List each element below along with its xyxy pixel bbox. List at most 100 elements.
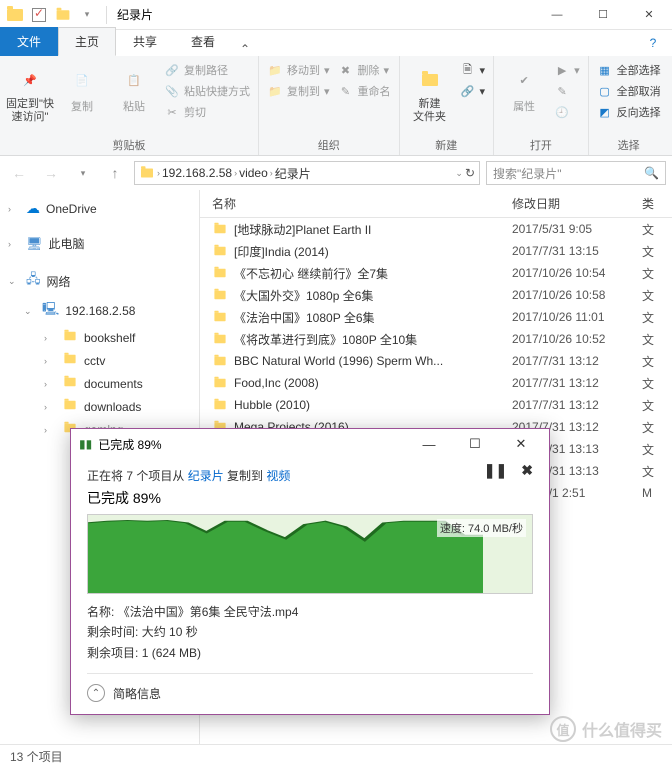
table-row[interactable]: [印度]India (2014)2017/7/31 13:15文 — [200, 240, 672, 262]
share-folder-icon — [62, 399, 78, 414]
col-date[interactable]: 修改日期 — [512, 195, 642, 212]
invert-button[interactable]: ◩反向选择 — [595, 102, 663, 122]
nav-share-item[interactable]: ›bookshelf — [0, 326, 199, 349]
search-input[interactable]: 搜索"纪录片" 🔍 — [486, 161, 666, 185]
tab-home[interactable]: 主页 — [58, 27, 116, 56]
history-button[interactable]: 🕘 — [552, 102, 582, 122]
delete-button[interactable]: ✖删除 ▾ — [336, 60, 393, 80]
selectnone-button[interactable]: ▢全部取消 — [595, 81, 663, 101]
tab-file[interactable]: 文件 — [0, 27, 58, 56]
copy-icon: 📄 — [66, 64, 98, 96]
nav-onedrive[interactable]: ›☁OneDrive — [0, 196, 199, 221]
cut-icon: ✂ — [164, 104, 180, 120]
cut-button[interactable]: ✂剪切 — [162, 102, 252, 122]
close-button[interactable]: ✕ — [626, 0, 672, 30]
dialog-minimize-button[interactable]: — — [409, 429, 449, 459]
dialog-maximize-button[interactable]: ☐ — [455, 429, 495, 459]
tab-view[interactable]: 查看 — [174, 27, 232, 56]
crumb-ip[interactable]: 192.168.2.58 — [162, 166, 232, 180]
search-icon: 🔍 — [644, 166, 659, 180]
up-button[interactable]: ↑ — [102, 160, 128, 186]
nav-ip[interactable]: ⌄🖳192.168.2.58 — [0, 296, 199, 326]
table-row[interactable]: 《法治中国》1080P 全6集2017/10/26 11:01文 — [200, 306, 672, 328]
status-bar: 13 个项目 — [0, 744, 672, 768]
pin-button[interactable]: 📌 固定到"快 速访问" — [6, 60, 54, 124]
file-name-row: 名称: 《法治中国》第6集 全民守法.mp4 — [87, 602, 533, 622]
col-type[interactable]: 类 — [642, 195, 672, 212]
copyto-button[interactable]: 📁复制到 ▾ — [265, 81, 332, 101]
network-icon: 🖧 — [26, 270, 41, 292]
paste-shortcut-button[interactable]: 📎粘贴快捷方式 — [162, 81, 252, 101]
app-folder-icon — [4, 4, 26, 26]
source-link[interactable]: 纪录片 — [188, 469, 224, 483]
table-row[interactable]: [地球脉动2]Planet Earth II2017/5/31 9:05文 — [200, 218, 672, 240]
qat-dropdown-icon[interactable]: ▾ — [76, 4, 98, 26]
paste-button[interactable]: 📋 粘贴 — [110, 60, 158, 114]
selectall-icon: ▦ — [597, 62, 613, 78]
tab-share[interactable]: 共享 — [116, 27, 174, 56]
table-row[interactable]: Hubble (2010)2017/7/31 13:12文 — [200, 394, 672, 416]
pin-label: 固定到"快 速访问" — [6, 98, 54, 124]
dialog-icon: ▮▮ — [79, 437, 92, 451]
cloud-icon: ☁ — [26, 200, 40, 217]
folder-icon — [214, 225, 225, 233]
newfolder-label: 新建 文件夹 — [413, 98, 446, 124]
crumb-folder[interactable]: 纪录片 — [275, 165, 311, 182]
nav-share-item[interactable]: ›downloads — [0, 395, 199, 418]
copyto-icon: 📁 — [267, 83, 283, 99]
maximize-button[interactable]: ☐ — [580, 0, 626, 30]
nav-share-item[interactable]: ›documents — [0, 372, 199, 395]
qat-properties-icon[interactable] — [28, 4, 50, 26]
folder-icon — [214, 357, 225, 365]
selectall-button[interactable]: ▦全部选择 — [595, 60, 663, 80]
table-row[interactable]: 《大国外交》1080p 全6集2017/10/26 10:58文 — [200, 284, 672, 306]
pause-button[interactable]: ❚❚ — [484, 462, 507, 479]
share-folder-icon — [62, 353, 78, 368]
copy-path-button[interactable]: 🔗复制路径 — [162, 60, 252, 80]
nav-network[interactable]: ⌄🖧网络 — [0, 266, 199, 296]
properties-button[interactable]: ✔ 属性 — [500, 60, 548, 114]
newfolder-button[interactable]: 新建 文件夹 — [406, 60, 454, 124]
table-row[interactable]: 《将改革进行到底》1080P 全10集2017/10/26 10:52文 — [200, 328, 672, 350]
easyaccess-button[interactable]: 🔗▾ — [458, 81, 488, 101]
back-button[interactable]: ← — [6, 160, 32, 186]
qat-newfolder-icon[interactable] — [52, 4, 74, 26]
nav-share-item[interactable]: ›cctv — [0, 349, 199, 372]
nav-thispc[interactable]: ›🖥此电脑 — [0, 231, 199, 256]
recent-dropdown[interactable]: ▾ — [70, 160, 96, 186]
collapse-ribbon-icon[interactable]: ⌃ — [232, 42, 258, 56]
dialog-close-button[interactable]: ✕ — [501, 429, 541, 459]
breadcrumb[interactable]: › 192.168.2.58 › video › 纪录片 ⌄ ↻ — [134, 161, 480, 185]
dest-link[interactable]: 视频 — [266, 469, 290, 483]
crumb-video[interactable]: video — [239, 166, 268, 180]
percent-label: 已完成 89% — [87, 488, 533, 508]
breadcrumb-dropdown-icon[interactable]: ⌄ — [455, 168, 463, 179]
rename-button[interactable]: ✎重命名 — [336, 81, 393, 101]
copy-label: 复制 — [71, 98, 93, 114]
folder-icon — [214, 335, 225, 343]
dialog-title: 已完成 89% — [98, 436, 403, 453]
share-folder-icon — [62, 376, 78, 391]
pasteshortcut-icon: 📎 — [164, 83, 180, 99]
copy-button[interactable]: 📄 复制 — [58, 60, 106, 114]
col-name[interactable]: 名称 — [200, 195, 512, 212]
edit-button[interactable]: ✎ — [552, 81, 582, 101]
computer-icon: 🖳 — [42, 300, 59, 322]
forward-button[interactable]: → — [38, 160, 64, 186]
open-button[interactable]: ▶▾ — [552, 60, 582, 80]
copypath-icon: 🔗 — [164, 62, 180, 78]
table-row[interactable]: 《不忘初心 继续前行》全7集2017/10/26 10:54文 — [200, 262, 672, 284]
copy-description: 正在将 7 个项目从 纪录片 复制到 视频 — [87, 467, 533, 484]
ribbon-tabs: 文件 主页 共享 查看 ⌃ ? — [0, 30, 672, 56]
minimize-button[interactable]: — — [534, 0, 580, 30]
table-row[interactable]: Food,Inc (2008)2017/7/31 13:12文 — [200, 372, 672, 394]
cancel-button[interactable]: ✖ — [521, 462, 533, 479]
newitem-icon: 🗎 — [460, 62, 476, 78]
table-row[interactable]: BBC Natural World (1996) Sperm Wh...2017… — [200, 350, 672, 372]
moveto-button[interactable]: 📁移动到 ▾ — [265, 60, 332, 80]
help-icon[interactable]: ? — [640, 30, 666, 56]
newitem-button[interactable]: 🗎▾ — [458, 60, 488, 80]
copy-dialog: ▮▮ 已完成 89% — ☐ ✕ 正在将 7 个项目从 纪录片 复制到 视频 已… — [70, 428, 550, 715]
refresh-button[interactable]: ↻ — [465, 166, 475, 180]
fewer-details-button[interactable]: ⌃ 简略信息 — [87, 673, 533, 702]
